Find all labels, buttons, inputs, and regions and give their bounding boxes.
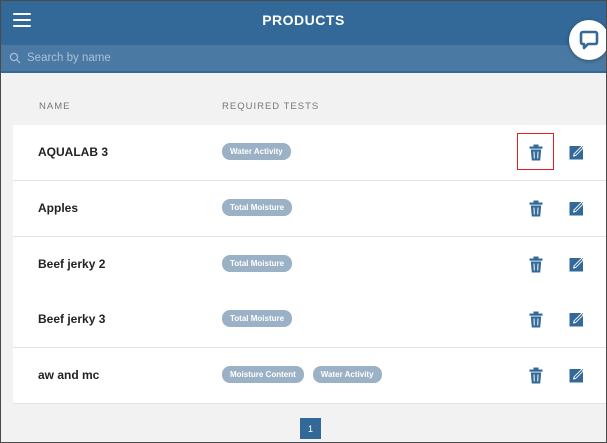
search-bar	[1, 45, 606, 71]
chat-bubble-icon	[579, 30, 599, 50]
test-tag: Moisture Content	[222, 366, 304, 383]
required-tests: Total Moisture	[222, 199, 293, 216]
table-row[interactable]: aw and mc Moisture Content Water Activity	[13, 348, 606, 404]
search-input[interactable]	[25, 51, 329, 65]
table-row[interactable]: Beef jerky 3 Total Moisture	[13, 292, 606, 348]
column-header-name: NAME	[39, 101, 71, 112]
chat-button[interactable]	[569, 20, 606, 60]
edit-icon[interactable]	[569, 200, 585, 216]
page-title: PRODUCTS	[262, 12, 345, 28]
edit-icon[interactable]	[569, 256, 585, 272]
edit-icon[interactable]	[569, 367, 585, 383]
required-tests: Moisture Content Water Activity	[222, 366, 382, 383]
pagination-page-button[interactable]: 1	[300, 418, 321, 439]
product-name: Apples	[38, 201, 79, 215]
table-row[interactable]: AQUALAB 3 Water Activity	[13, 125, 606, 181]
required-tests: Total Moisture	[222, 255, 293, 272]
test-tag: Total Moisture	[222, 255, 293, 272]
trash-icon[interactable]	[529, 256, 543, 273]
table-row[interactable]: Apples Total Moisture	[13, 181, 606, 237]
edit-icon[interactable]	[569, 311, 585, 327]
product-name: aw and mc	[38, 368, 100, 382]
trash-icon[interactable]	[529, 367, 543, 384]
search-icon	[9, 52, 21, 64]
edit-icon[interactable]	[569, 144, 585, 160]
trash-icon[interactable]	[529, 144, 543, 161]
test-tag: Total Moisture	[222, 199, 293, 216]
table-row[interactable]: Beef jerky 2 Total Moisture	[13, 237, 606, 293]
test-tag: Total Moisture	[222, 310, 293, 327]
test-tag: Water Activity	[312, 366, 382, 383]
products-screen: PRODUCTS NAME REQUIRED TESTS AQUALAB 3 Wa…	[0, 0, 607, 443]
required-tests: Water Activity	[222, 143, 291, 160]
product-name: AQUALAB 3	[38, 145, 109, 159]
test-tag: Water Activity	[222, 143, 291, 160]
trash-icon[interactable]	[529, 200, 543, 217]
column-header-required-tests: REQUIRED TESTS	[222, 101, 320, 112]
app-header: PRODUCTS	[1, 1, 606, 73]
required-tests: Total Moisture	[222, 310, 293, 327]
trash-icon[interactable]	[529, 311, 543, 328]
product-name: Beef jerky 2	[38, 257, 106, 271]
product-name: Beef jerky 3	[38, 312, 106, 326]
